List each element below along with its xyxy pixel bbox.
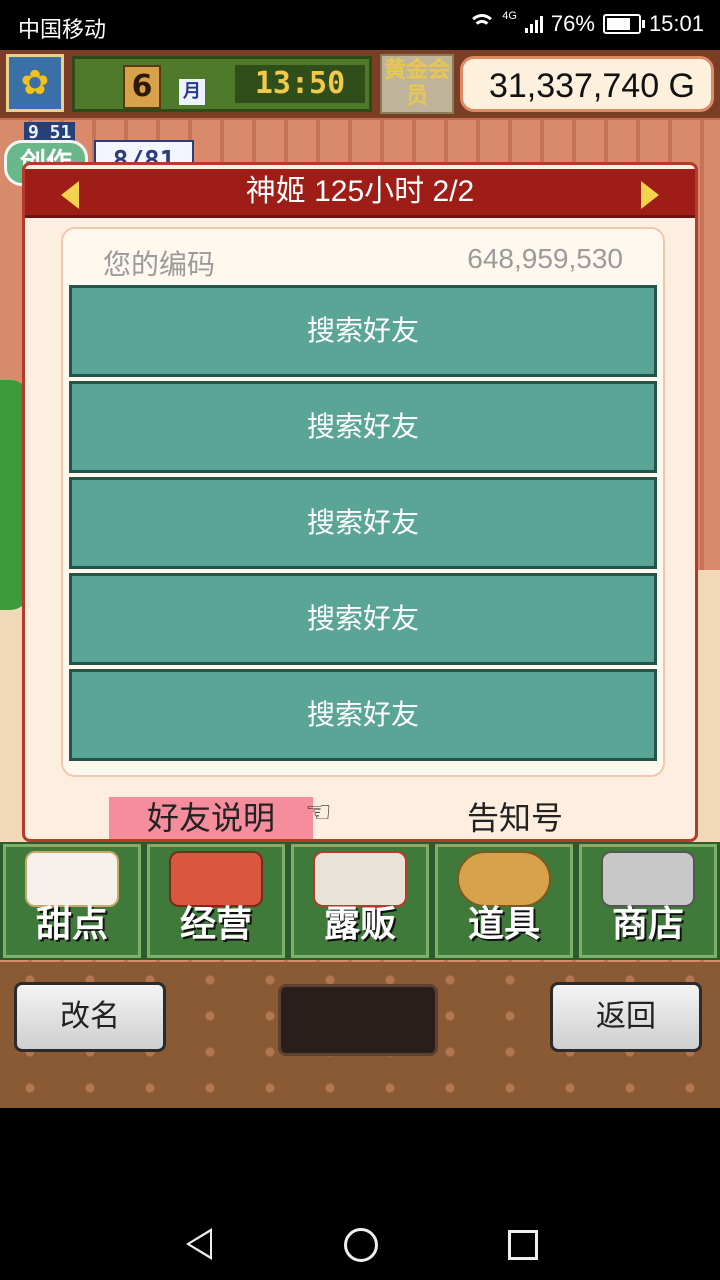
search-friend-button[interactable]: 搜索好友 <box>69 285 657 377</box>
money-panel: 31,337,740 G <box>460 56 714 112</box>
menu-manage[interactable]: 经营 <box>147 844 285 958</box>
calendar-panel: 6 月 13:50 <box>72 56 372 112</box>
search-friend-button[interactable]: 搜索好友 <box>69 669 657 761</box>
nav-recent-icon[interactable] <box>508 1230 538 1260</box>
friend-dialog: 神姬 125小时 2/2 您的编码 648,959,530 搜索好友 搜索好友 … <box>22 162 698 842</box>
sunflower-icon[interactable]: ✿ <box>6 54 64 112</box>
battery-icon <box>602 14 645 34</box>
search-friend-button[interactable]: 搜索好友 <box>69 381 657 473</box>
search-friend-button[interactable]: 搜索好友 <box>69 573 657 665</box>
menu-items[interactable]: 道具 <box>435 844 573 958</box>
back-button[interactable]: 返回 <box>550 982 702 1052</box>
pointing-hand-icon: ☜ <box>305 795 332 830</box>
month-number: 6 <box>123 65 161 109</box>
top-info-bar: ✿ 6 月 13:50 黄金会员 31,337,740 G <box>0 50 720 118</box>
wifi-icon <box>468 14 497 34</box>
rename-button[interactable]: 改名 <box>14 982 166 1052</box>
nav-home-icon[interactable] <box>344 1228 378 1262</box>
money-amount: 31,337,740 G <box>488 67 695 105</box>
code-value: 648,959,530 <box>467 243 623 274</box>
game-screen: ✿ 6 月 13:50 黄金会员 31,337,740 G 9 51 创作 8/… <box>0 50 720 1108</box>
status-time: 15:01 <box>648 11 704 36</box>
dialog-tabs: 好友说明 ☜ 告知号 <box>25 787 695 839</box>
dialog-title: 神姬 125小时 2/2 <box>245 175 475 208</box>
menu-label: 道具 <box>467 904 540 945</box>
footer-panel: 改名 返回 <box>0 962 720 1108</box>
search-friend-button[interactable]: 搜索好友 <box>69 477 657 569</box>
menu-label: 商店 <box>611 904 684 945</box>
menu-label: 露贩 <box>323 904 396 945</box>
battery-percent: 76% <box>550 11 595 36</box>
next-arrow-icon[interactable] <box>641 181 659 209</box>
signal-icon <box>524 15 543 33</box>
prev-arrow-icon[interactable] <box>61 181 79 209</box>
menu-dessert[interactable]: 甜点 <box>3 844 141 958</box>
menu-label: 经营 <box>179 904 252 945</box>
main-menu: 甜点 经营 露贩 道具 商店 <box>0 842 720 960</box>
user-code-row: 您的编码 648,959,530 <box>103 243 623 280</box>
code-label: 您的编码 <box>103 249 216 280</box>
friend-panel: 您的编码 648,959,530 搜索好友 搜索好友 搜索好友 搜索好友 搜索好… <box>61 227 665 777</box>
dialog-header: 神姬 125小时 2/2 <box>25 169 695 218</box>
tab-notice-number[interactable]: 告知号 <box>445 797 585 839</box>
tab-friend-info[interactable]: 好友说明 <box>109 797 313 839</box>
carrier-label: 中国移动 <box>18 17 107 42</box>
month-label: 月 <box>179 79 205 105</box>
menu-stall[interactable]: 露贩 <box>291 844 429 958</box>
center-slot <box>278 984 438 1056</box>
game-clock: 13:50 <box>235 65 365 103</box>
gold-member-badge: 黄金会员 <box>380 54 454 114</box>
menu-label: 甜点 <box>35 904 108 945</box>
network-type: 4G <box>502 10 517 22</box>
nav-back-icon[interactable] <box>186 1228 212 1260</box>
status-bar: 中国移动 4G 76% 15:01 <box>0 0 720 50</box>
menu-store[interactable]: 商店 <box>579 844 717 958</box>
friend-slot-list: 搜索好友 搜索好友 搜索好友 搜索好友 搜索好友 <box>69 285 657 765</box>
navigation-bar <box>0 1208 720 1280</box>
